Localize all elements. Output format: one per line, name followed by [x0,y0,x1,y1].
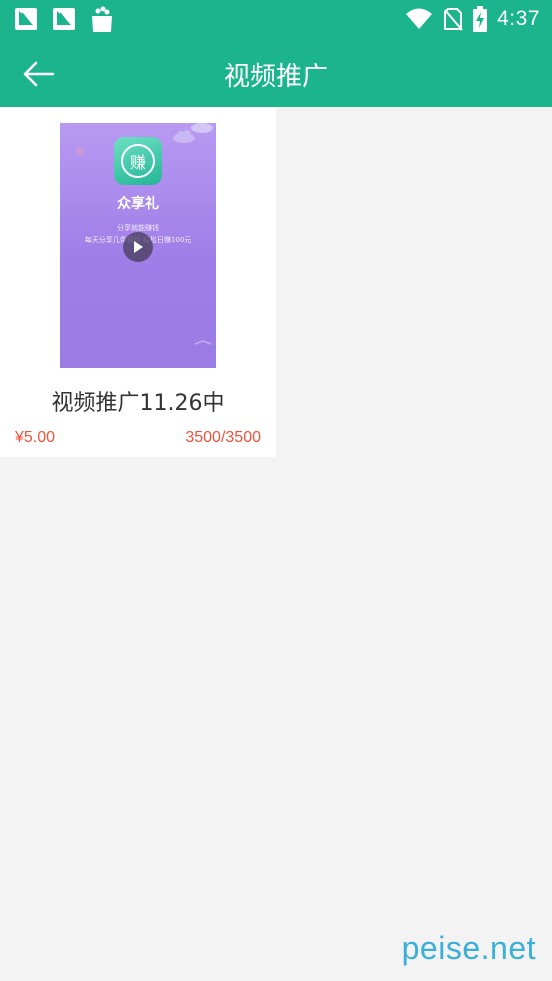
notification-icons [14,5,114,33]
sail-app-icon [53,8,75,30]
video-promo-card[interactable]: 赚 众享礼 分享就能赚钱 每天分享几条视频 轻松日赚100元 视频推广11.26… [0,107,276,457]
play-icon [134,241,143,253]
price-label: ¥5.00 [15,429,56,446]
app-logo-text: 赚 [121,144,155,178]
bird-decoration-icon [194,340,212,345]
no-sim-icon [444,8,463,31]
watermark: peise.net [401,930,536,966]
quota-count: 3500/3500 [185,429,261,446]
status-bar: 4:37 [0,0,552,40]
page-title: 视频推广 [223,62,328,92]
app-logo: 赚 [114,137,162,185]
shopping-bag-icon [92,6,112,32]
system-indicators: 4:37 [405,6,540,32]
app-name: 众享礼 [117,196,159,212]
card-title: 视频推广11.26中 [51,391,225,416]
sail-app-icon [15,8,37,30]
battery-charging-icon [473,6,488,32]
video-thumbnail[interactable]: 赚 众享礼 分享就能赚钱 每天分享几条视频 轻松日赚100元 [60,123,216,368]
clock: 4:37 [497,7,540,30]
app-toolbar: 视频推广 [0,40,552,107]
wifi-icon [406,8,433,29]
cloud-decoration-icon [191,123,213,133]
flower-decoration-icon [76,147,84,155]
play-button[interactable] [123,232,153,262]
